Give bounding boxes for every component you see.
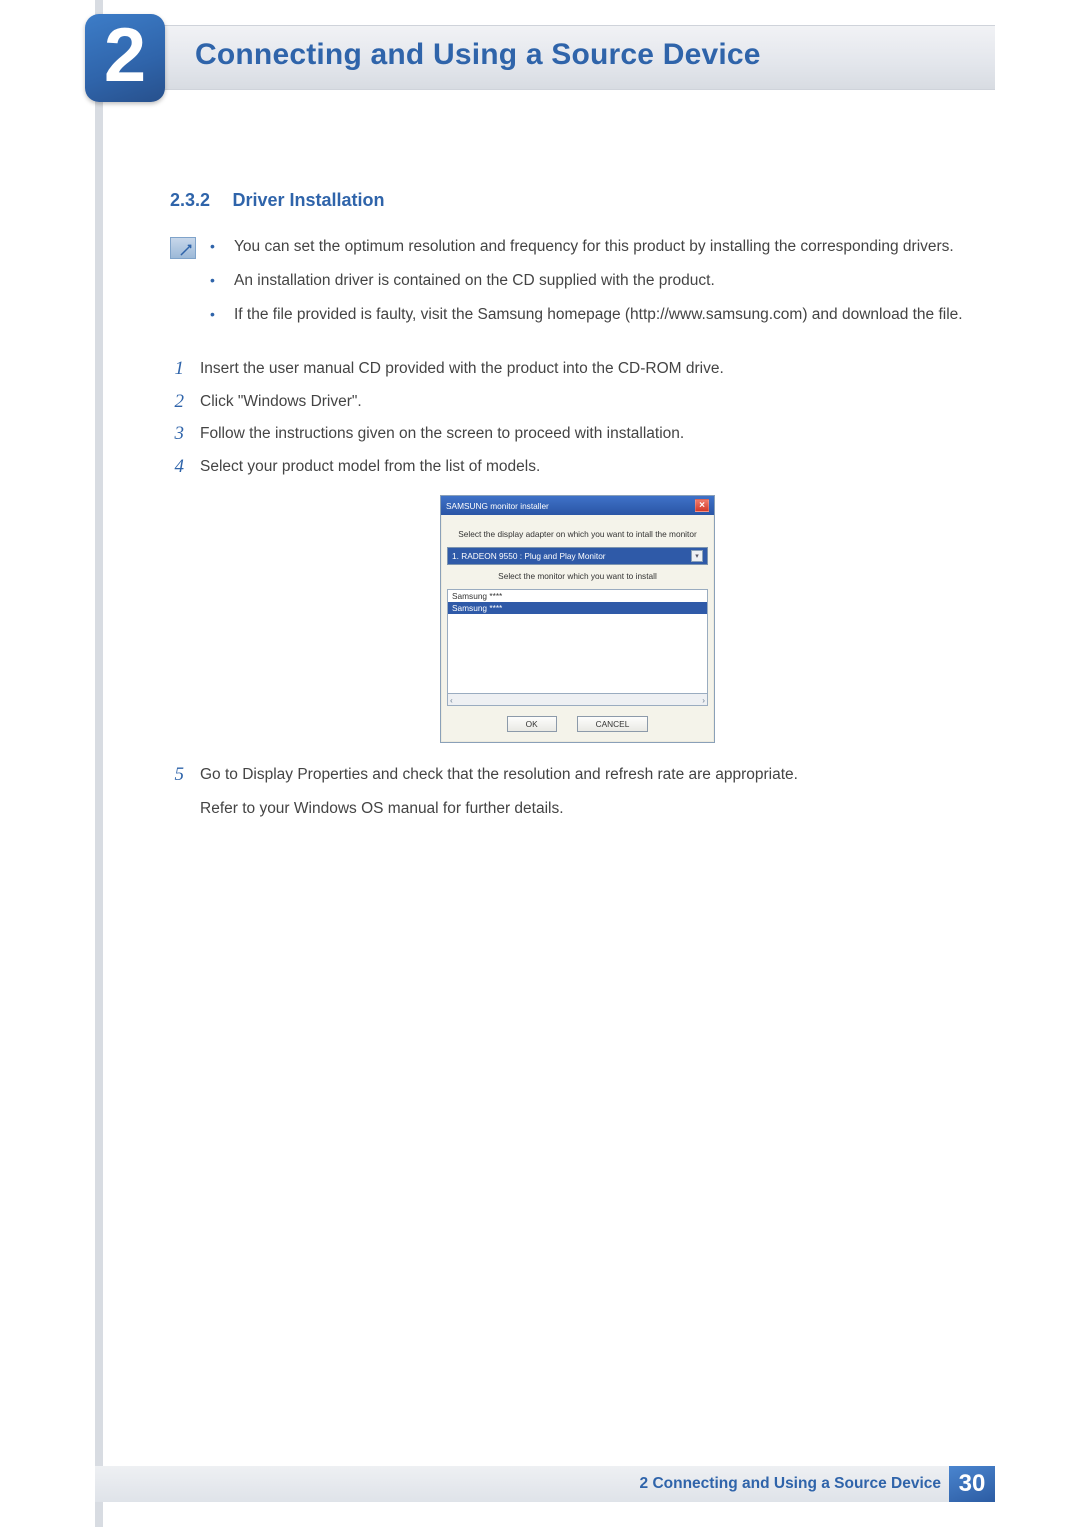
monitor-list[interactable]: Samsung **** Samsung ****: [447, 589, 708, 694]
step-text: Go to Display Properties and check that …: [200, 761, 985, 823]
section-heading: 2.3.2 Driver Installation: [170, 190, 985, 211]
step-number: 5: [170, 761, 184, 823]
step-number: 1: [170, 355, 184, 384]
note-text: If the file provided is faulty, visit th…: [234, 303, 963, 327]
chapter-number: 2: [104, 18, 146, 94]
list-item[interactable]: Samsung ****: [448, 602, 707, 614]
close-icon[interactable]: ×: [695, 499, 709, 512]
step-number: 4: [170, 453, 184, 482]
footer-label: 2 Connecting and Using a Source Device: [640, 1475, 949, 1493]
installer-dialog: SAMSUNG monitor installer × Select the d…: [440, 495, 715, 743]
note-text: You can set the optimum resolution and f…: [234, 235, 954, 259]
horizontal-scrollbar[interactable]: ‹ ›: [447, 694, 708, 706]
page-content: 2.3.2 Driver Installation • You can set …: [170, 190, 985, 827]
step-text: Select your product model from the list …: [200, 453, 985, 482]
step-main-text: Go to Display Properties and check that …: [200, 766, 798, 783]
step-sub-text: Refer to your Windows OS manual for furt…: [200, 795, 985, 823]
step-text: Click "Windows Driver".: [200, 388, 985, 417]
installer-body: Select the display adapter on which you …: [441, 515, 714, 742]
list-item[interactable]: Samsung ****: [448, 590, 707, 602]
step-item: 2 Click "Windows Driver".: [170, 388, 985, 417]
page-number: 30: [949, 1466, 995, 1502]
scroll-left-icon[interactable]: ‹: [450, 695, 453, 705]
chapter-number-badge: 2: [85, 14, 165, 102]
step-item: 5 Go to Display Properties and check tha…: [170, 761, 985, 823]
installer-title-text: SAMSUNG monitor installer: [446, 501, 549, 511]
note-item: • You can set the optimum resolution and…: [210, 235, 985, 259]
section-title: Driver Installation: [233, 190, 385, 210]
note-text: An installation driver is contained on t…: [234, 269, 715, 293]
chapter-title: Connecting and Using a Source Device: [195, 38, 761, 72]
step-text: Follow the instructions given on the scr…: [200, 420, 985, 449]
note-block: • You can set the optimum resolution and…: [170, 235, 985, 337]
installer-titlebar: SAMSUNG monitor installer ×: [441, 496, 714, 515]
note-bullets: • You can set the optimum resolution and…: [210, 235, 985, 337]
step-number: 2: [170, 388, 184, 417]
note-item: • An installation driver is contained on…: [210, 269, 985, 293]
step-number: 3: [170, 420, 184, 449]
footer-bar: 2 Connecting and Using a Source Device 3…: [95, 1466, 995, 1502]
step-text: Insert the user manual CD provided with …: [200, 355, 985, 384]
step-item: 1 Insert the user manual CD provided wit…: [170, 355, 985, 384]
adapter-dropdown[interactable]: 1. RADEON 9550 : Plug and Play Monitor ▾: [447, 547, 708, 565]
step-item: 4 Select your product model from the lis…: [170, 453, 985, 482]
ok-button[interactable]: OK: [507, 716, 557, 732]
step-item: 3 Follow the instructions given on the s…: [170, 420, 985, 449]
note-item: • If the file provided is faulty, visit …: [210, 303, 985, 327]
adapter-value: 1. RADEON 9550 : Plug and Play Monitor: [452, 551, 606, 561]
note-icon: [170, 237, 196, 259]
installer-buttons: OK CANCEL: [447, 716, 708, 732]
cancel-button[interactable]: CANCEL: [577, 716, 649, 732]
adapter-label: Select the display adapter on which you …: [447, 529, 708, 539]
bullet-icon: •: [210, 269, 216, 293]
bullet-icon: •: [210, 235, 216, 259]
chevron-down-icon[interactable]: ▾: [691, 550, 703, 562]
monitor-label: Select the monitor which you want to ins…: [447, 571, 708, 581]
section-number: 2.3.2: [170, 190, 210, 210]
bullet-icon: •: [210, 303, 216, 327]
steps-list: 1 Insert the user manual CD provided wit…: [170, 355, 985, 823]
left-margin-bar: [95, 0, 103, 1527]
scroll-right-icon[interactable]: ›: [702, 695, 705, 705]
